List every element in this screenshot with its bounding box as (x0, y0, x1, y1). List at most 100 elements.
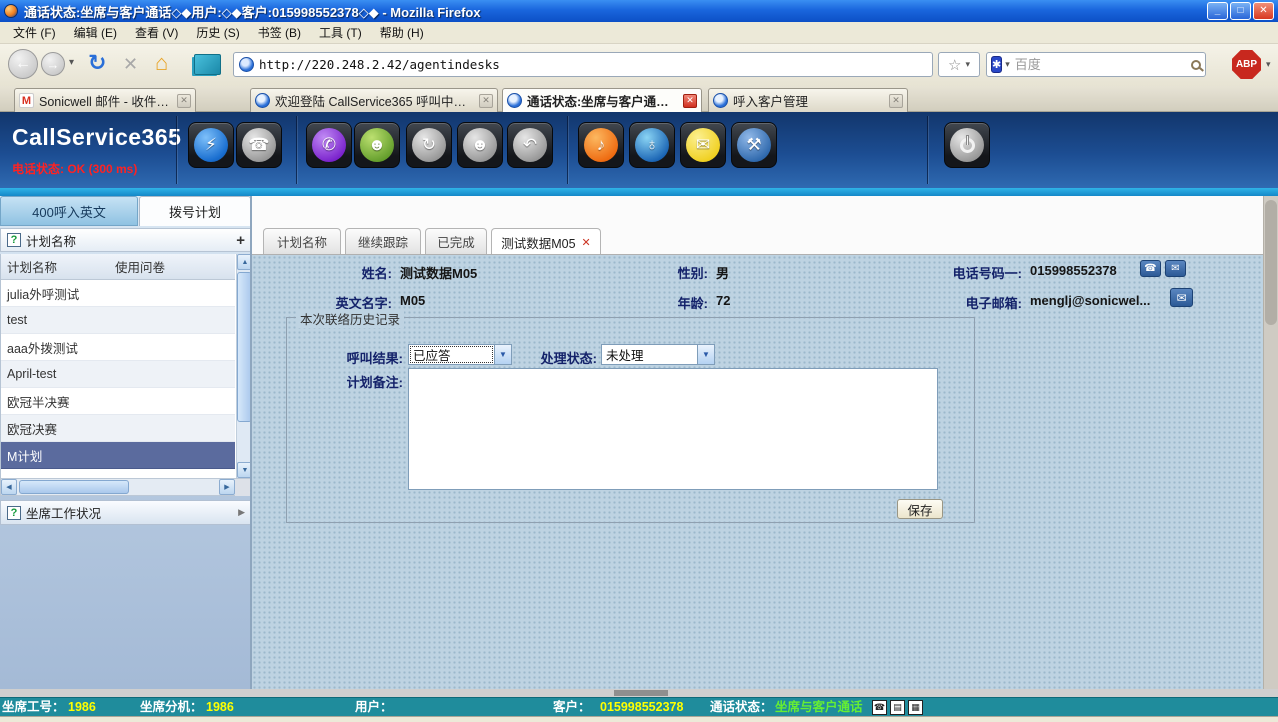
handle-status-label: 处理状态: (519, 348, 597, 367)
plan-row-semifinal[interactable]: 欧冠半决赛 (1, 388, 235, 415)
dropdown-arrow-icon[interactable]: ▼ (697, 345, 714, 364)
save-button[interactable]: 保存 (897, 499, 943, 519)
statusbar-grid-icon[interactable]: ▦ (908, 700, 923, 715)
bookmark-star-box[interactable]: ☆ ▾ (938, 52, 980, 77)
add-plan-icon[interactable]: + (236, 232, 245, 249)
close-button[interactable]: ✕ (1253, 2, 1274, 20)
call-phone-icon[interactable]: ☎ (1140, 260, 1161, 277)
tab-close-icon[interactable]: ✕ (683, 94, 697, 108)
mail-button[interactable]: ✉ (680, 122, 726, 168)
page-vertical-scrollbar[interactable] (1263, 196, 1278, 689)
plan-panel-header[interactable]: ? 计划名称 + (0, 228, 252, 252)
adblock-icon[interactable]: ABP (1232, 50, 1261, 79)
plan-list-header: 计划名称 使用问卷 (1, 254, 235, 280)
menu-view[interactable]: 查看 (V) (126, 22, 187, 44)
history-dropdown-icon[interactable]: ▾ (69, 57, 74, 68)
tab-close-icon[interactable]: ✕ (177, 94, 191, 108)
plan-list-horizontal-scrollbar[interactable]: ◀ ▶ (0, 478, 252, 496)
web-button[interactable]: ♁ (629, 122, 675, 168)
bookmark-caret-icon[interactable]: ▾ (965, 59, 970, 70)
menu-tools[interactable]: 工具 (T) (310, 22, 371, 44)
plan-row-julia[interactable]: julia外呼测试 (1, 280, 235, 307)
plan-row-april[interactable]: April-test (1, 361, 235, 388)
stop-icon[interactable]: ✕ (123, 55, 138, 73)
tab-close-icon[interactable]: ✕ (479, 94, 493, 108)
content-tab-follow-up[interactable]: 继续跟踪 (345, 228, 421, 254)
home-icon[interactable]: ⌂ (155, 52, 168, 74)
logout-button[interactable] (944, 122, 990, 168)
menu-history[interactable]: 历史 (S) (187, 22, 248, 44)
search-bar: ✱ ▾ (986, 52, 1206, 77)
dial-button[interactable]: ✆ (306, 122, 352, 168)
power-icon (950, 128, 984, 162)
scrollbar-thumb[interactable] (19, 480, 129, 494)
redo-arrow-icon: ↻ (412, 128, 446, 162)
menu-file[interactable]: 文件 (F) (4, 22, 65, 44)
hold-button[interactable]: ↶ (507, 122, 553, 168)
statusbar-phone-icon[interactable]: ☎ (872, 700, 887, 715)
transfer-button[interactable]: ↻ (406, 122, 452, 168)
email-value: menglj@sonicwel... (1030, 293, 1150, 308)
search-engine-caret-icon[interactable]: ▾ (1005, 59, 1010, 70)
back-icon[interactable]: ← (8, 49, 38, 79)
url-input[interactable] (259, 57, 932, 72)
refresh-icon[interactable]: ↻ (88, 52, 106, 74)
statusbar-note-icon[interactable]: ▤ (890, 700, 905, 715)
scroll-right-icon[interactable]: ▶ (219, 479, 235, 495)
plan-row-test[interactable]: test (1, 307, 235, 334)
firefox-icon (4, 4, 18, 18)
voice-button[interactable]: ♪ (578, 122, 624, 168)
content-tab-plan-name[interactable]: 计划名称 (263, 228, 341, 254)
search-engine-icon[interactable]: ✱ (991, 56, 1002, 73)
page-horizontal-scrollbar[interactable] (0, 689, 1278, 697)
adblock-caret-icon[interactable]: ▾ (1266, 59, 1271, 70)
hangup-button[interactable]: ☎ (236, 122, 282, 168)
content-tab-completed[interactable]: 已完成 (425, 228, 487, 254)
age-value: 72 (716, 293, 730, 308)
agent-id-label: 坐席工号： (2, 699, 65, 716)
browser-tab-call-state[interactable]: 通话状态:坐席与客户通话◇◆… ✕ (502, 88, 702, 112)
content-tab-test-data[interactable]: 测试数据M05 ✕ (491, 228, 601, 255)
forward-icon[interactable]: → (41, 52, 65, 76)
answer-button[interactable]: ☻ (354, 122, 400, 168)
plan-remark-textarea[interactable] (408, 368, 938, 490)
plan-row-m-plan[interactable]: M计划 (1, 442, 235, 469)
scroll-left-icon[interactable]: ◀ (1, 479, 17, 495)
extension-value: 1986 (206, 699, 234, 716)
search-input[interactable] (1015, 57, 1191, 72)
window-title: 通话状态:坐席与客户通话◇◆用户:◇◆客户:015998552378◇◆ - M… (24, 2, 1207, 21)
agent-status-panel-header[interactable]: ? 坐席工作状况 ▶ (0, 500, 252, 525)
undo-arrow-icon: ↶ (513, 128, 547, 162)
handle-status-select[interactable]: 未处理 ▼ (601, 344, 715, 365)
search-icon[interactable] (1191, 60, 1201, 70)
envelope-icon: ✉ (686, 128, 720, 162)
expand-icon: ▶ (238, 507, 245, 518)
settings-button[interactable]: ⚒ (731, 122, 777, 168)
sms-phone-icon[interactable]: ✉ (1165, 260, 1186, 277)
conference-button[interactable]: ☻ (457, 122, 503, 168)
plan-row-final[interactable]: 欧冠决赛 (1, 415, 235, 442)
email-icon[interactable]: ✉ (1170, 288, 1193, 307)
maximize-button[interactable]: □ (1230, 2, 1251, 20)
menu-bookmarks[interactable]: 书签 (B) (249, 22, 310, 44)
plan-row-aaa[interactable]: aaa外拨测试 (1, 334, 235, 361)
bookmarks-sidebar-icon[interactable] (194, 54, 221, 75)
agent-status-button[interactable]: ⚡ (188, 122, 234, 168)
bookmark-star-icon[interactable]: ☆ (948, 56, 961, 74)
gender-value: 男 (716, 263, 729, 282)
dropdown-arrow-icon[interactable]: ▼ (494, 345, 511, 364)
browser-tab-login[interactable]: 欢迎登陆 CallService365 呼叫中… ✕ (250, 88, 498, 112)
scrollbar-thumb[interactable] (1265, 200, 1277, 325)
browser-tab-inbound[interactable]: 呼入客户管理 ✕ (708, 88, 908, 112)
sidebar-tab-400-inbound[interactable]: 400呼入英文 (0, 196, 138, 226)
browser-tab-mail[interactable]: M Sonicwell 邮件 - 收件箱 - mengl… ✕ (14, 88, 196, 112)
question-icon: ? (7, 506, 21, 520)
scrollbar-thumb[interactable] (614, 690, 668, 696)
call-result-select[interactable]: 已应答 ▼ (408, 344, 512, 365)
sidebar-tab-dial-plan[interactable]: 拨号计划 (139, 196, 251, 226)
tab-close-icon[interactable]: ✕ (582, 236, 591, 249)
menu-edit[interactable]: 编辑 (E) (65, 22, 126, 44)
minimize-button[interactable]: _ (1207, 2, 1228, 20)
menu-help[interactable]: 帮助 (H) (371, 22, 433, 44)
tab-close-icon[interactable]: ✕ (889, 94, 903, 108)
